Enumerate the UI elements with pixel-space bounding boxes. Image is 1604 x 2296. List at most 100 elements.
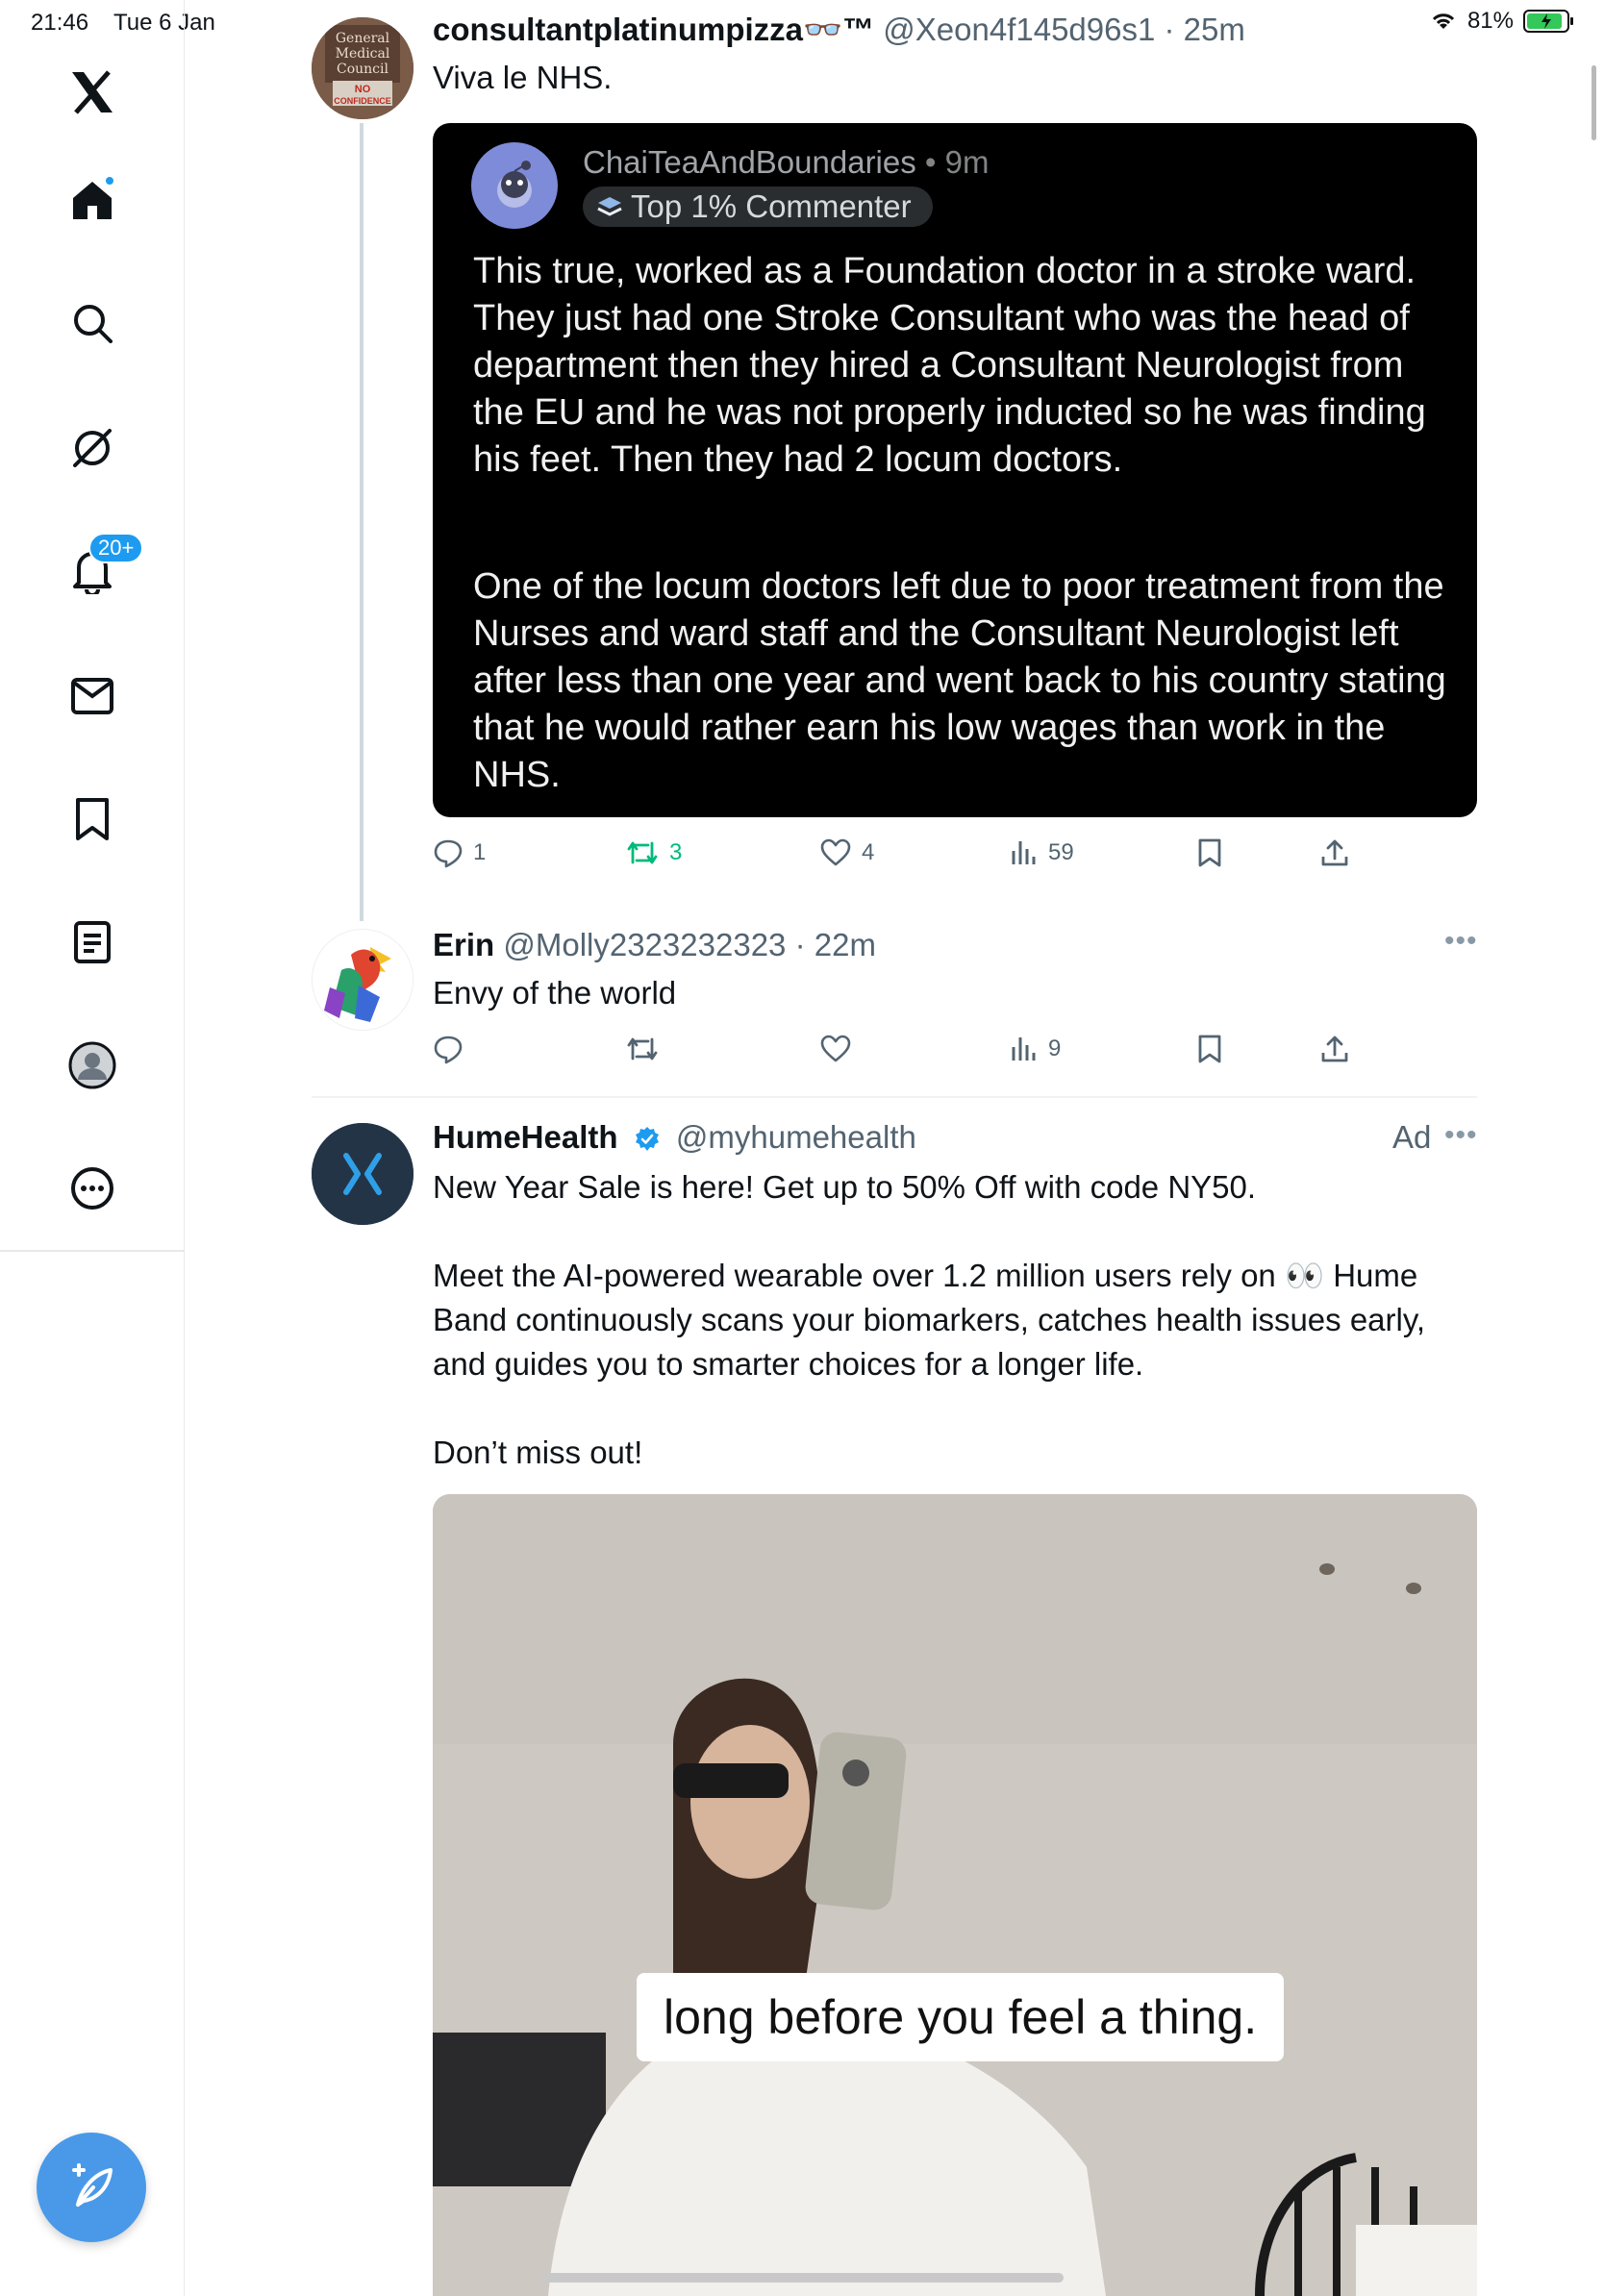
commenter-flair: Top 1% Commenter — [583, 187, 933, 227]
reddit-username: ChaiTeaAndBoundaries — [583, 144, 916, 180]
bookmark-button[interactable] — [1196, 829, 1223, 877]
repost-count: 3 — [669, 839, 683, 865]
reddit-paragraph: One of the locum doctors left due to poo… — [473, 566, 1446, 795]
post-text: Envy of the world — [433, 975, 677, 1011]
reply-count: 1 — [473, 839, 487, 865]
ad-label: Ad — [1392, 1119, 1432, 1155]
display-name[interactable]: HumeHealth — [433, 1119, 618, 1155]
flair-icon — [597, 197, 622, 216]
x-logo-icon[interactable] — [56, 56, 129, 129]
share-button[interactable] — [1319, 1025, 1350, 1073]
repost-icon — [627, 841, 658, 864]
mail-icon[interactable] — [56, 660, 129, 733]
avatar[interactable]: General Medical Council NO CONFIDENCE — [312, 17, 414, 119]
repost-button[interactable] — [625, 1025, 669, 1073]
avatar-text-line: NO — [355, 84, 371, 95]
analytics-icon — [1012, 1037, 1036, 1061]
verified-badge-icon — [635, 1127, 659, 1152]
handle[interactable]: @Molly2323232323 — [503, 927, 786, 962]
sidebar: 20+ — [0, 0, 185, 2296]
separator: · — [786, 927, 815, 962]
compose-icon — [72, 2163, 113, 2207]
heart-icon — [820, 838, 851, 866]
share-icon — [1321, 1036, 1348, 1062]
post-text: Viva le NHS. — [433, 60, 613, 95]
avatar-text-line: General — [336, 31, 390, 46]
separator: · — [1155, 12, 1184, 47]
flair-label: Top 1% Commenter — [631, 188, 912, 224]
reddit-avatar — [471, 142, 558, 229]
reply-button[interactable]: 1 — [433, 829, 486, 877]
bookmark-icon — [1198, 838, 1221, 867]
ad-text-line: New Year Sale is here! Get up to 50% Off… — [433, 1169, 1257, 1205]
timestamp[interactable]: 25m — [1184, 12, 1245, 47]
profile-icon[interactable] — [56, 1029, 129, 1102]
ad-text-line: Don’t miss out! — [433, 1435, 643, 1470]
notification-badge: 20+ — [88, 533, 144, 563]
reply-icon — [434, 839, 463, 868]
timestamp[interactable]: 22m — [815, 927, 876, 962]
repost-icon — [627, 1037, 658, 1061]
grok-icon[interactable] — [56, 412, 129, 485]
like-button[interactable]: 4 — [819, 829, 874, 877]
view-count: 9 — [1048, 1036, 1062, 1061]
video-frame — [433, 1494, 1477, 2296]
reddit-time: 9m — [944, 144, 990, 180]
reply-button[interactable] — [433, 1025, 473, 1073]
share-button[interactable] — [1319, 829, 1350, 877]
avatar-text-line: Medical — [336, 46, 390, 62]
home-unread-dot — [104, 175, 115, 187]
avatar-text-line: Council — [337, 62, 388, 77]
home-icon[interactable] — [56, 163, 129, 237]
display-name[interactable]: consultantplatinumpizza👓™ — [433, 12, 874, 47]
handle[interactable]: @Xeon4f145d96s1 — [883, 12, 1155, 47]
separator: • — [924, 144, 945, 180]
avatar-text-line: CONFIDENCE — [334, 96, 391, 106]
reply-icon — [434, 1036, 463, 1064]
eagle-avatar-image — [313, 930, 413, 1030]
more-options-icon[interactable]: ••• — [1444, 1119, 1478, 1152]
avatar-image: General Medical Council NO CONFIDENCE — [312, 17, 414, 119]
more-circle-icon[interactable] — [56, 1152, 129, 1225]
analytics-icon — [1012, 841, 1036, 864]
post-actions: 9 — [433, 1025, 1510, 1073]
post-header: HumeHealth @myhumehealth — [433, 1119, 916, 1156]
like-count: 4 — [862, 839, 875, 865]
reddit-username-row: ChaiTeaAndBoundaries • 9m — [583, 144, 990, 181]
ad-video[interactable]: long before you feel a thing. — [433, 1494, 1477, 2296]
humehealth-logo-icon — [312, 1123, 414, 1225]
page: 21:46 Tue 6 Jan 81% 20+ General Medical … — [0, 0, 1604, 2296]
handle[interactable]: @myhumehealth — [676, 1119, 916, 1155]
video-caption: long before you feel a thing. — [637, 1973, 1285, 2061]
quoted-screenshot[interactable]: ChaiTeaAndBoundaries • 9m Top 1% Comment… — [433, 123, 1477, 817]
avatar[interactable] — [312, 1123, 414, 1225]
views-button[interactable]: 9 — [1010, 1025, 1061, 1073]
bell-icon[interactable]: 20+ — [56, 533, 144, 608]
ad-text-paragraph: Meet the AI-powered wearable over 1.2 mi… — [433, 1258, 1426, 1382]
post-divider — [312, 1096, 1477, 1098]
bookmark-icon — [1198, 1035, 1221, 1063]
list-icon[interactable] — [56, 906, 129, 979]
home-indicator[interactable] — [540, 2273, 1064, 2283]
scrollbar[interactable] — [1591, 65, 1596, 140]
view-count: 59 — [1048, 839, 1074, 865]
post-header: Erin @Molly2323232323 · 22m — [433, 927, 876, 963]
more-options-icon[interactable]: ••• — [1444, 925, 1478, 958]
snoo-icon — [497, 161, 532, 208]
bookmark-button[interactable] — [1196, 1025, 1223, 1073]
like-button[interactable] — [819, 1025, 862, 1073]
views-button[interactable]: 59 — [1010, 829, 1074, 877]
reddit-paragraph: This true, worked as a Foundation doctor… — [473, 251, 1426, 480]
bookmark-icon[interactable] — [56, 783, 129, 856]
thread-line — [360, 123, 363, 921]
search-icon[interactable] — [56, 287, 129, 360]
feed: General Medical Council NO CONFIDENCE co… — [185, 0, 1604, 2296]
repost-button[interactable]: 3 — [625, 829, 682, 877]
avatar[interactable] — [312, 929, 414, 1031]
sidebar-divider — [0, 1250, 185, 1252]
post-actions: 1 3 4 59 — [433, 829, 1510, 877]
display-name[interactable]: Erin — [433, 927, 494, 962]
compose-button[interactable] — [37, 2133, 146, 2242]
post-header: consultantplatinumpizza👓™ @Xeon4f145d96s… — [433, 12, 1245, 49]
share-icon — [1321, 839, 1348, 866]
